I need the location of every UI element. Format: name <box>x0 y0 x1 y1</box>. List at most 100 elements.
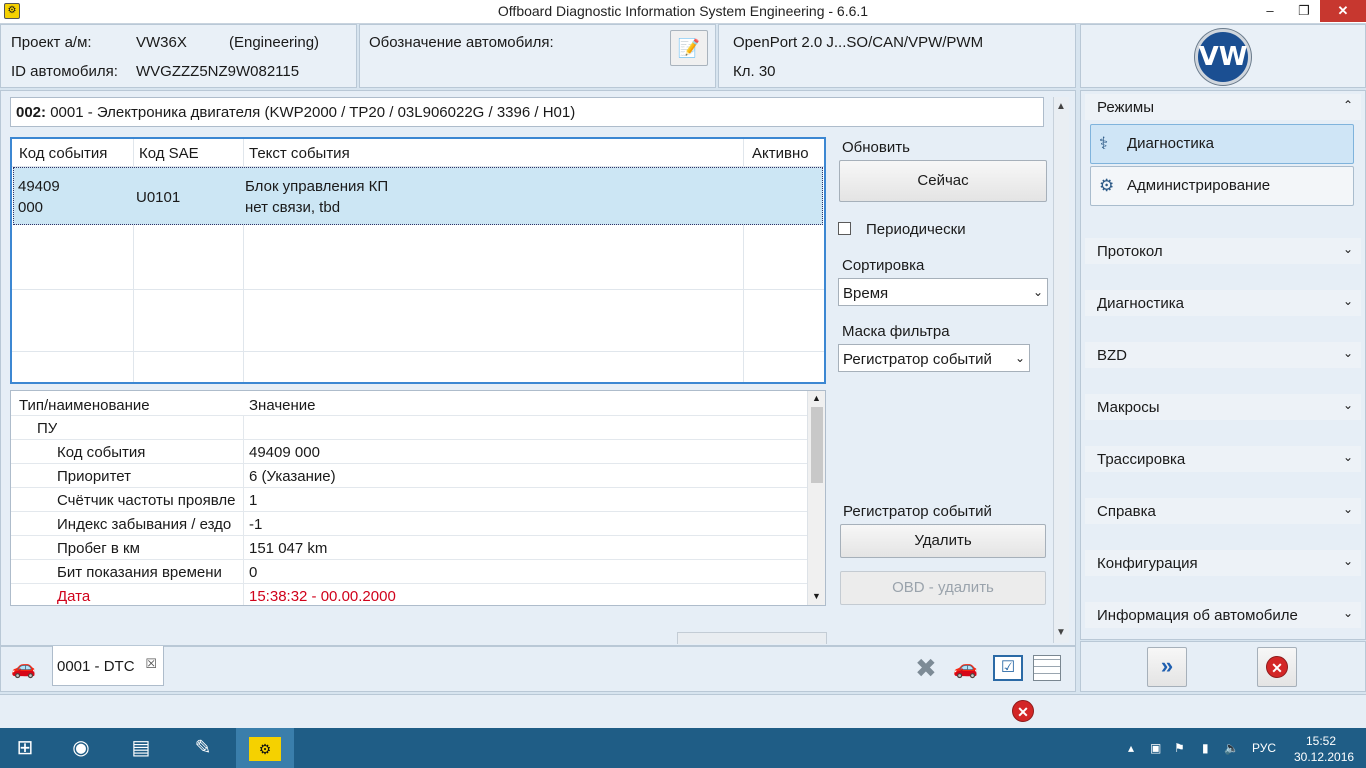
sidebar-item-label: Справка <box>1097 503 1156 520</box>
window-title: Offboard Diagnostic Information System E… <box>497 3 869 19</box>
minimize-button[interactable]: – <box>1256 0 1284 22</box>
filter-select[interactable]: Регистратор событий ⌄ <box>838 344 1030 372</box>
error-icon[interactable]: ✕ <box>1012 700 1034 722</box>
tools-icon[interactable]: ✖ <box>915 653 937 684</box>
language-indicator[interactable]: РУС <box>1252 728 1276 768</box>
edit-designation-button[interactable]: 📝 <box>670 30 708 66</box>
battery-icon[interactable]: ▮ <box>1202 728 1209 768</box>
paint-icon[interactable]: ✎ <box>174 728 232 768</box>
scroll-down-icon[interactable]: ▼ <box>812 591 821 601</box>
col-header-sae-code[interactable]: Код SAE <box>139 145 199 162</box>
car-icon[interactable]: 🚗 <box>11 655 36 680</box>
table-row[interactable]: 49409 000 U0101 Блок управления КП нет с… <box>13 167 823 225</box>
refresh-now-button[interactable]: Сейчас <box>839 160 1047 202</box>
scroll-thumb[interactable] <box>811 407 823 483</box>
sidebar-item-help[interactable]: Справка ⌄ <box>1085 498 1361 524</box>
chevron-down-icon: ⌄ <box>1032 285 1043 299</box>
sidebar-section-modes[interactable]: Режимы ⌃ <box>1085 94 1361 120</box>
sort-value: Время <box>843 285 889 302</box>
restore-button[interactable]: ❐ <box>1290 0 1318 22</box>
car-icon[interactable]: 🚗 <box>953 655 978 680</box>
start-button[interactable]: ⊞ <box>0 728 50 768</box>
details-grid[interactable]: Тип/наименование Значение ПУ Код события… <box>10 390 826 606</box>
vehicle-designation-panel: Обозначение автомобиля: 📝 <box>359 24 716 88</box>
project-value: VW36X <box>136 34 187 51</box>
col-header-event-code[interactable]: Код события <box>19 145 107 162</box>
row-divider <box>12 351 824 352</box>
volume-icon[interactable]: 🔈 <box>1224 728 1239 768</box>
detail-name: Приоритет <box>57 468 131 485</box>
sidebar-item-diagnostics[interactable]: Диагностика ⌄ <box>1085 290 1361 316</box>
tab-close-icon[interactable]: ☒ <box>145 656 157 672</box>
taskbar: ⊞ ◉ ▤ ✎ ⚙ ▴ ▣ ⚑ ▮ 🔈 РУС 15:52 30.12.2016 <box>0 728 1366 768</box>
chevron-down-icon: ⌄ <box>1342 242 1353 256</box>
brand-panel: VW <box>1080 24 1366 88</box>
grid-icon[interactable] <box>1033 655 1061 681</box>
row-divider <box>11 535 807 536</box>
ecu-title-bar: 002: 0001 - Электроника двигателя (KWP20… <box>10 97 1044 127</box>
sort-select[interactable]: Время ⌄ <box>838 278 1048 306</box>
chevron-down-icon: ⌄ <box>1342 398 1353 412</box>
chevron-down-icon: ⌄ <box>1342 294 1353 308</box>
detail-value: 151 047 km <box>249 540 328 557</box>
sidebar-item-label: Макросы <box>1097 399 1160 416</box>
row-divider <box>11 487 807 488</box>
exit-button[interactable]: ✕ <box>1257 647 1297 687</box>
flag-icon[interactable]: ⚑ <box>1174 728 1185 768</box>
sidebar-item-vehicle-info[interactable]: Информация об автомобиле ⌄ <box>1085 602 1361 628</box>
details-scrollbar[interactable]: ▲ ▼ <box>807 391 825 605</box>
sidebar-item-label: Трассировка <box>1097 451 1186 468</box>
sidebar-item-bzd[interactable]: BZD ⌄ <box>1085 342 1361 368</box>
row-divider <box>11 439 807 440</box>
detail-value: 1 <box>249 492 258 509</box>
main-scrollbar[interactable]: ▲ ▼ <box>1053 97 1069 643</box>
event-table[interactable]: Код события Код SAE Текст события Активн… <box>10 137 826 384</box>
tray-app-icon[interactable]: ▣ <box>1150 728 1161 768</box>
scroll-down-icon[interactable]: ▼ <box>1056 627 1066 638</box>
forward-icon[interactable]: » <box>1147 647 1187 687</box>
sidebar-item-macros[interactable]: Макросы ⌄ <box>1085 394 1361 420</box>
row-divider <box>11 415 807 416</box>
col-header-event-text[interactable]: Текст события <box>249 145 350 162</box>
sidebar-item-protocol[interactable]: Протокол ⌄ <box>1085 238 1361 264</box>
designation-label: Обозначение автомобиля: <box>369 34 554 51</box>
sidebar-item-label: Протокол <box>1097 243 1163 260</box>
title-bar: ⚙ Offboard Diagnostic Information System… <box>0 0 1366 24</box>
close-button[interactable]: ✕ <box>1320 0 1366 22</box>
mode-diagnostics-button[interactable]: ⚕ Диагностика <box>1090 124 1354 164</box>
clock-date[interactable]: 30.12.2016 <box>1294 750 1354 768</box>
detail-name: Дата <box>57 588 91 605</box>
stethoscope-icon: ⚕ <box>1099 134 1109 153</box>
tray-expand-icon[interactable]: ▴ <box>1128 728 1134 768</box>
sidebar-item-configuration[interactable]: Конфигурация ⌄ <box>1085 550 1361 576</box>
chevron-down-icon: ⌄ <box>1342 502 1353 516</box>
folder-icon[interactable]: ▤ <box>112 728 170 768</box>
periodic-checkbox[interactable] <box>838 222 851 235</box>
sidebar-item-tracing[interactable]: Трассировка ⌄ <box>1085 446 1361 472</box>
vin-value: WVGZZZ5NZ9W082115 <box>136 63 300 80</box>
chevron-down-icon: ⌄ <box>1342 554 1353 568</box>
checklist-icon[interactable]: ☑ <box>993 655 1023 681</box>
tab-dtc[interactable]: 0001 - DTC ☒ <box>52 646 164 686</box>
scroll-up-icon[interactable]: ▲ <box>812 393 821 403</box>
delete-button[interactable]: Удалить <box>840 524 1046 558</box>
sidebar-item-label: Информация об автомобиле <box>1097 607 1298 624</box>
mode-administration-button[interactable]: ⚙ Администрирование <box>1090 166 1354 206</box>
filter-value: Регистратор событий <box>843 351 992 368</box>
details-header-value: Значение <box>249 397 316 414</box>
obd-delete-button[interactable]: OBD - удалить <box>840 571 1046 605</box>
scroll-up-icon[interactable]: ▲ <box>1056 101 1066 112</box>
col-header-active[interactable]: Активно <box>752 145 809 162</box>
odis-app-icon[interactable]: ⚙ <box>236 728 294 768</box>
detail-name: Бит показания времени <box>57 564 222 581</box>
gear-icon: ⚙ <box>1099 176 1115 195</box>
terminal-status: Кл. 30 <box>733 63 776 80</box>
event-text-line2: нет связи, tbd <box>245 199 341 216</box>
chrome-icon[interactable]: ◉ <box>52 728 110 768</box>
chevron-down-icon: ⌄ <box>1342 606 1353 620</box>
vw-logo: VW <box>1195 29 1251 85</box>
detail-name: Пробег в км <box>57 540 140 557</box>
navigation-panel: » ✕ <box>1080 641 1366 692</box>
detail-value: 0 <box>249 564 258 581</box>
chevron-down-icon: ⌄ <box>1342 346 1353 360</box>
